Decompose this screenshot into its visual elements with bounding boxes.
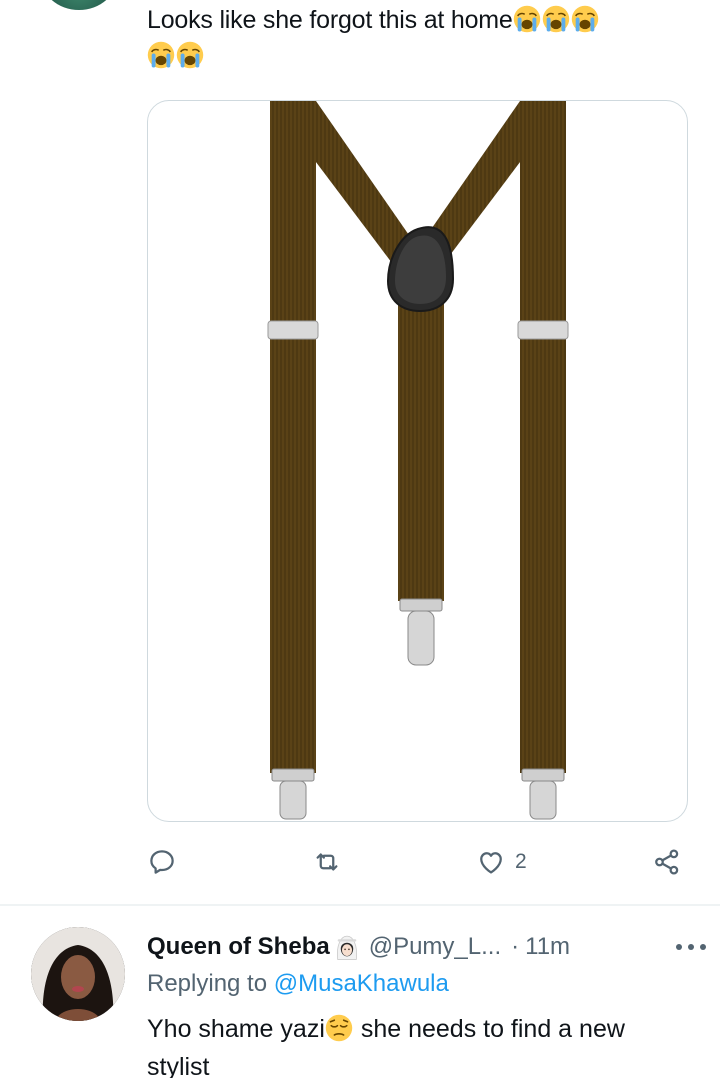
share-icon [655, 849, 679, 875]
heart-icon [480, 852, 502, 874]
reply-user-avatar[interactable] [31, 927, 125, 1021]
separator-dot: · [511, 933, 520, 960]
more-dots-icon [676, 944, 706, 950]
retweet-button[interactable] [312, 838, 351, 886]
replying-to-line: Replying to @MusaKhawula [147, 970, 449, 998]
suspenders-image [267, 101, 569, 820]
woman-with-veil-icon [336, 935, 357, 960]
loudly-crying-face-icon [176, 41, 204, 69]
reply-timestamp[interactable]: 11m [525, 933, 570, 961]
like-count: 2 [515, 850, 527, 873]
replying-to-mention[interactable]: @MusaKhawula [274, 970, 449, 997]
tweet-media-image[interactable] [147, 100, 688, 822]
loudly-crying-face-icon [571, 5, 598, 33]
loudly-crying-face-icon [513, 5, 540, 33]
retweet-icon [316, 853, 338, 871]
reply-text: Yho shame yazi she needs to find a new s… [147, 1010, 692, 1078]
tweet-text-content: Looks like she forgot this at home [147, 6, 513, 34]
share-button[interactable] [652, 838, 682, 886]
replying-prefix: Replying to [147, 970, 268, 997]
reply-header: Queen of Sheba @Pumy_L... · 11m [147, 929, 707, 965]
like-button[interactable]: 2 [476, 838, 527, 886]
more-options-button[interactable] [657, 929, 707, 965]
reply-handle[interactable]: @Pumy_L... [369, 933, 501, 961]
reply-button[interactable] [147, 838, 186, 886]
tweet-text: Looks like she forgot this at home [147, 2, 687, 74]
tweet-actions-bar: 2 [147, 838, 692, 886]
tweet-divider [0, 904, 720, 906]
pensive-face-icon [325, 1014, 353, 1042]
loudly-crying-face-icon [147, 41, 175, 69]
previous-user-avatar[interactable] [40, 0, 118, 10]
reply-display-name[interactable]: Queen of Sheba [147, 933, 330, 961]
reply-text-start: Yho shame yazi [147, 1015, 325, 1043]
avatar [31, 927, 125, 1021]
reply-icon [150, 850, 174, 874]
loudly-crying-face-icon [542, 5, 569, 33]
